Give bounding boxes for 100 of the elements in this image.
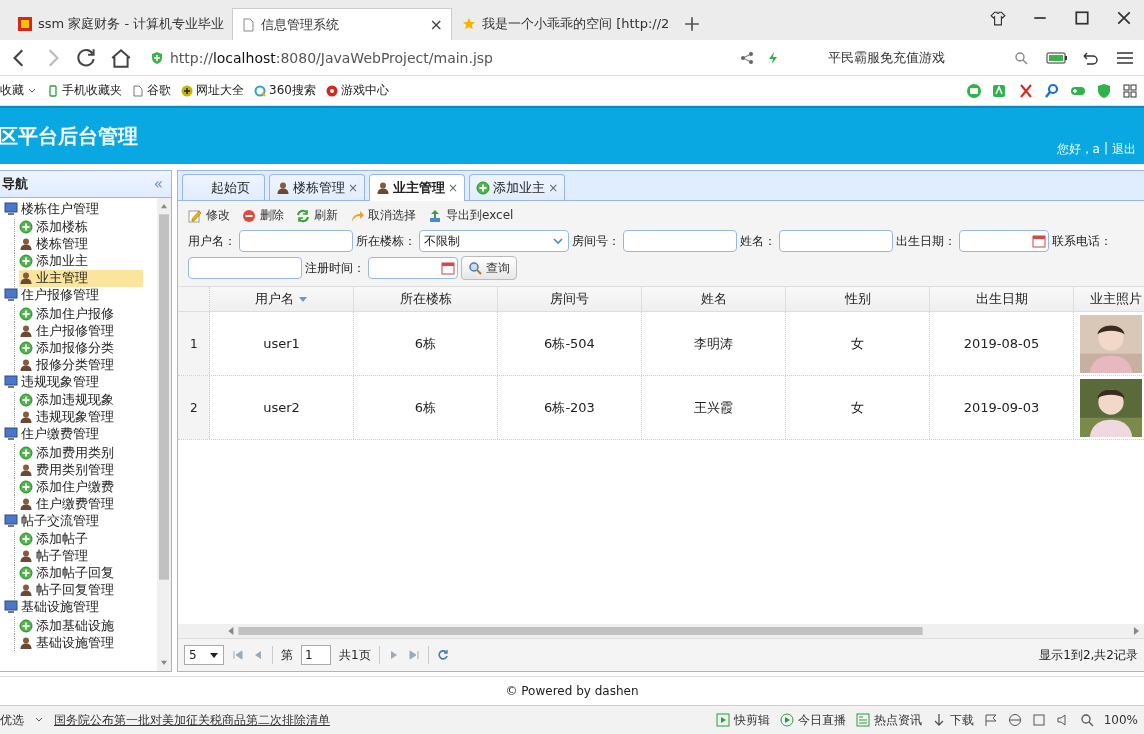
tree-item[interactable]: 费用类别管理 [19, 461, 118, 478]
tree-item[interactable]: 添加住户报修 [19, 305, 118, 322]
calendar-icon[interactable] [1032, 234, 1046, 248]
page-number-field[interactable]: 1 [301, 645, 331, 665]
tab[interactable]: 起始页 [182, 174, 265, 200]
tree-group[interactable]: 住户缴费管理 [4, 425, 103, 443]
bookmark-link[interactable]: 网址大全 [181, 82, 244, 99]
date-field[interactable] [368, 257, 458, 279]
status-item[interactable]: 热点资讯 [855, 711, 922, 729]
input-field[interactable] [239, 230, 353, 252]
tree-group[interactable]: 楼栋住户管理 [4, 200, 103, 217]
toolbar-button[interactable]: 修改 [188, 207, 230, 224]
tree-group[interactable]: 基础设施管理 [4, 598, 103, 616]
grid-icon[interactable] [1122, 82, 1138, 99]
input-field[interactable] [779, 230, 893, 252]
bookmark-link[interactable]: 谷歌 [132, 82, 171, 99]
tree-group[interactable]: 住户报修管理 [4, 286, 103, 304]
tab[interactable]: 业主管理 × [369, 174, 466, 201]
share-icon[interactable] [740, 50, 754, 65]
bookmark-link[interactable]: 360搜索 [254, 82, 316, 99]
browser-icon[interactable] [1007, 713, 1022, 727]
browser-tab[interactable]: ssm 家庭财务 - 计算机专业毕业 [10, 8, 230, 40]
search-icon[interactable] [1044, 82, 1060, 99]
tree-item[interactable]: 违规现象管理 [19, 408, 118, 426]
input-field[interactable] [188, 257, 302, 279]
menu-icon[interactable] [1114, 50, 1136, 65]
close-icon[interactable]: × [448, 181, 459, 195]
last-page-icon[interactable] [407, 649, 420, 661]
tree-group[interactable]: 帖子交流管理 [4, 512, 103, 529]
search-button[interactable]: 查询 [461, 256, 517, 280]
close-icon[interactable]: × [548, 180, 559, 195]
tree-item[interactable]: 住户报修管理 [19, 322, 118, 339]
building-dropdown[interactable]: 不限制 [419, 230, 569, 252]
lightning-icon[interactable] [766, 50, 780, 65]
toolbar-button[interactable]: 刷新 [296, 207, 338, 224]
scrollbar[interactable] [157, 198, 171, 671]
tree-item[interactable]: 住户缴费管理 [19, 495, 118, 512]
first-page-icon[interactable] [232, 649, 244, 661]
zoom-level[interactable]: 100% [1103, 713, 1138, 727]
tree-item[interactable]: 楼栋管理 [19, 235, 92, 253]
close-icon[interactable]: × [429, 15, 443, 34]
tree-item[interactable]: 添加费用类别 [19, 444, 118, 461]
column-header[interactable]: 姓名 [642, 287, 786, 311]
tree-item[interactable]: 帖子回复管理 [19, 581, 118, 599]
zoom-icon[interactable] [1079, 713, 1094, 727]
toolbar-button[interactable]: 删除 [242, 207, 284, 224]
bookmark-link[interactable]: 收藏 [0, 82, 37, 99]
browser-tab[interactable]: 信息管理系统 × [232, 8, 452, 40]
tab[interactable]: 添加业主 × [469, 174, 566, 200]
tree-group[interactable]: 违规现象管理 [4, 373, 103, 390]
calendar-icon[interactable] [441, 261, 455, 275]
date-field[interactable] [959, 230, 1049, 252]
scrollbar[interactable] [178, 624, 1144, 638]
refresh-icon[interactable] [436, 649, 449, 661]
column-header[interactable]: 性别 [786, 287, 930, 311]
tab[interactable]: 楼栋管理 × [269, 174, 366, 200]
tree-item[interactable]: 帖子管理 [19, 547, 92, 565]
input-field[interactable] [623, 230, 737, 252]
column-header[interactable]: 用户名 [210, 287, 354, 311]
tree-item[interactable]: 基础设施管理 [19, 634, 118, 651]
toolbar-button[interactable]: 取消选择 [350, 207, 416, 224]
address-field[interactable]: http://localhost:8080/JavaWebProject/main.jsp [144, 44, 728, 71]
status-item[interactable]: 下载 [931, 711, 974, 729]
column-header[interactable]: 业主照片 [1074, 287, 1144, 311]
tree-item[interactable]: 添加报修分类 [19, 339, 118, 356]
tree-item[interactable]: 添加帖子 [19, 530, 92, 548]
shirt-icon[interactable] [990, 10, 1006, 26]
search-icon [1014, 50, 1028, 65]
close-icon[interactable] [1116, 10, 1132, 26]
page-size-dropdown[interactable]: 5 [184, 645, 224, 665]
home-icon[interactable] [110, 46, 132, 69]
tree-item[interactable]: 添加帖子回复 [19, 564, 118, 582]
column-header[interactable]: 出生日期 [930, 287, 1074, 311]
maximize-icon[interactable] [1074, 10, 1090, 26]
news-link[interactable]: 国务院公布第一批对美加征关税商品第二次排除清单 [54, 711, 330, 729]
battery-icon[interactable] [1046, 50, 1068, 65]
column-header[interactable]: 所在楼栋 [354, 287, 498, 311]
bookmark-link[interactable]: 手机收藏夹 [47, 82, 122, 99]
search-field[interactable]: 平民霸服免充值游戏 [822, 48, 1034, 67]
scissors-icon[interactable] [1018, 82, 1034, 99]
tree-item[interactable]: 添加违规现象 [19, 391, 118, 409]
table-cell: 李明涛 [642, 312, 786, 375]
tree-item[interactable]: 添加楼栋 [19, 218, 92, 236]
toolbar-button[interactable]: 导出到excel [428, 207, 514, 224]
status-item[interactable]: 今日直播 [779, 711, 846, 729]
tree-item[interactable]: 添加基础设施 [19, 617, 118, 634]
status-item[interactable]: 快剪辑 [715, 711, 770, 729]
window-icon[interactable] [1031, 713, 1046, 727]
new-tab-icon[interactable] [684, 16, 700, 32]
flag-icon[interactable] [983, 713, 998, 727]
tree-item[interactable]: 报修分类管理 [19, 356, 118, 373]
tree-item[interactable]: 添加住户缴费 [19, 478, 118, 495]
tree-item[interactable]: 业主管理 [19, 269, 143, 287]
tree-item[interactable]: 添加业主 [19, 252, 92, 270]
reload-icon[interactable] [76, 46, 98, 69]
close-icon[interactable]: × [348, 180, 359, 195]
column-header[interactable]: 房间号 [498, 287, 642, 311]
browser-tab[interactable]: 我是一个小乖乖的空间 [http://2 [454, 8, 674, 40]
shield-icon[interactable] [1096, 82, 1112, 99]
bookmark-link[interactable]: 游戏中心 [325, 82, 389, 99]
